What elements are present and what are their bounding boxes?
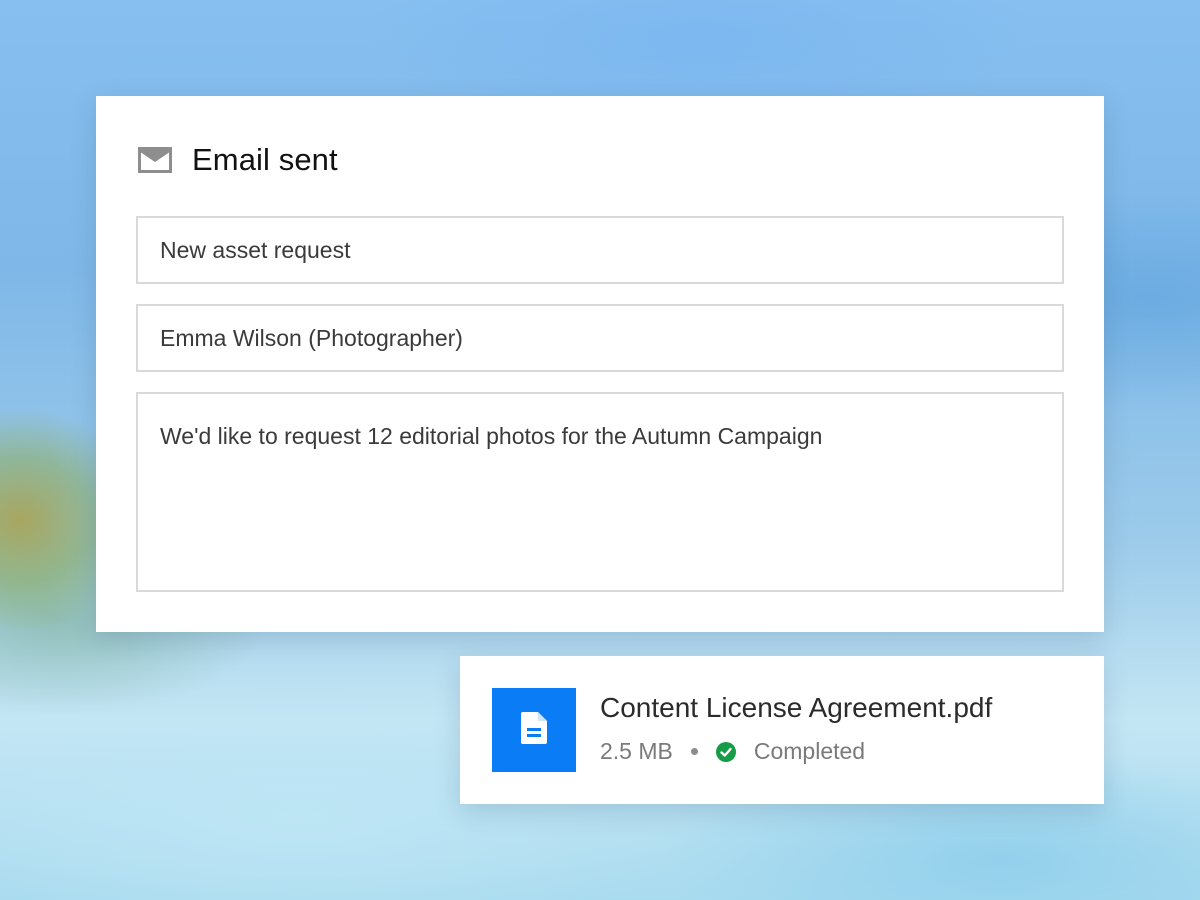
file-size: 2.5 MB [600,738,673,764]
separator-dot [690,748,698,755]
email-title: Email sent [192,142,338,177]
check-circle-icon [715,741,736,762]
file-thumbnail [492,688,576,772]
file-name: Content License Agreement.pdf [600,692,993,723]
file-meta: 2.5 MB Completed [600,738,865,765]
email-sent-card: Email sent New asset request Emma Wilson… [96,96,1104,632]
subject-field[interactable]: New asset request [136,216,1064,284]
background-scene: Email sent New asset request Emma Wilson… [0,0,1200,900]
message-field[interactable]: We'd like to request 12 editorial photos… [136,392,1064,592]
status-text: Completed [753,738,866,764]
recipient-field[interactable]: Emma Wilson (Photographer) [136,304,1064,372]
document-icon [519,711,549,750]
mail-icon [138,147,172,173]
email-header: Email sent [138,140,338,180]
attachment-card[interactable]: Content License Agreement.pdf 2.5 MB Com… [460,656,1104,804]
